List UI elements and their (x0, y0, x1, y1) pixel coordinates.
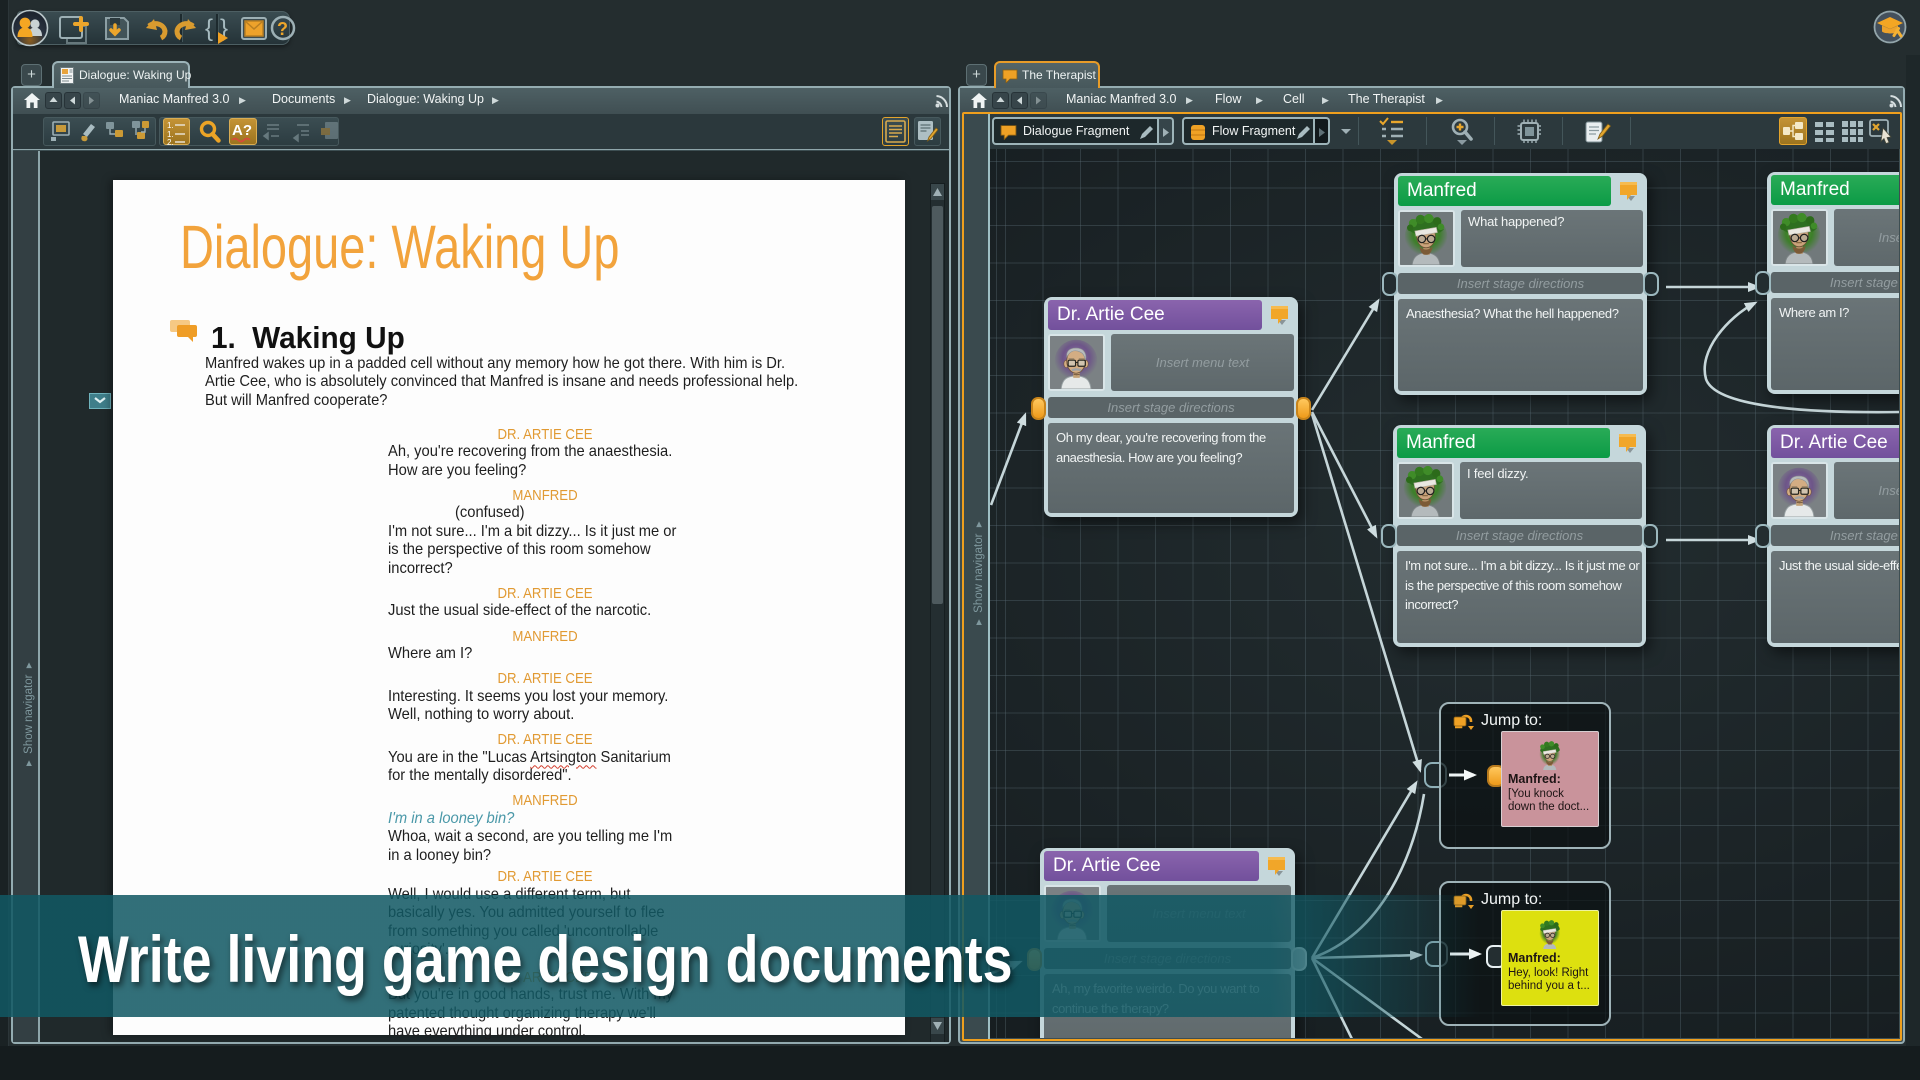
svg-text:2.: 2. (167, 138, 174, 145)
svg-text:{: { (205, 15, 213, 42)
svg-text:?: ? (277, 19, 288, 39)
svg-text:1.: 1. (167, 121, 174, 130)
svg-text:A?: A? (232, 122, 252, 139)
